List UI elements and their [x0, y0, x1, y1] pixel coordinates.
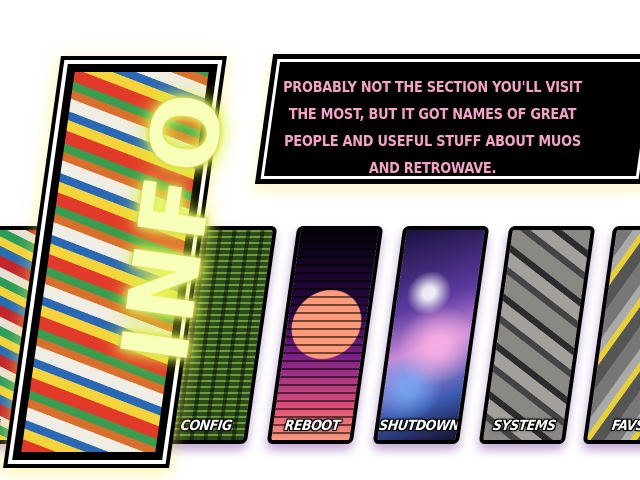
menu-item-favs[interactable]: FAVS — [582, 226, 640, 444]
menu-item-label: SHUTDOWN — [378, 418, 461, 434]
menu-item-reboot[interactable]: REBOOT — [266, 226, 384, 444]
menu-item-label: FAVS — [610, 418, 640, 434]
menu-item-systems[interactable]: SYSTEMS — [478, 226, 596, 444]
menu-item-label: CONFIG — [179, 418, 233, 434]
menu-item-label: REBOOT — [283, 418, 341, 434]
menu-item-shutdown[interactable]: SHUTDOWN — [372, 226, 490, 444]
reboot-artwork — [271, 230, 379, 440]
menu-item-label: SYSTEMS — [491, 418, 557, 434]
description-text: Probably not the section you'll visit th… — [283, 78, 582, 177]
shutdown-artwork — [377, 230, 485, 440]
favs-artwork — [587, 230, 640, 440]
systems-artwork — [483, 230, 591, 440]
